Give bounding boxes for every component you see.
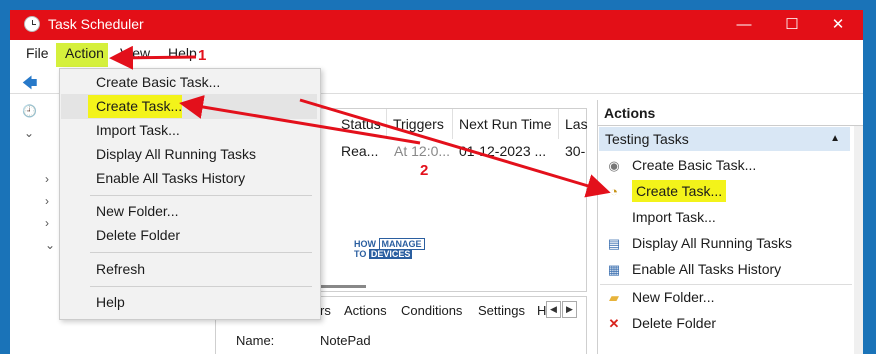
testing-tasks-section[interactable]: Testing Tasks ▲: [599, 127, 850, 151]
expand-chevron-icon[interactable]: ⌄: [24, 126, 34, 140]
back-arrow-icon[interactable]: 🡄: [22, 73, 38, 98]
minimize-button[interactable]: —: [721, 10, 767, 40]
menu-item-refresh[interactable]: Refresh: [96, 261, 145, 277]
tab-scroll-right-icon[interactable]: ▶: [562, 301, 577, 318]
action-label: Display All Running Tasks: [632, 235, 793, 251]
action-menu-dropdown: Create Basic Task... Create Task... Impo…: [59, 68, 321, 320]
title-bar: Task Scheduler — ☐ ✕: [10, 10, 863, 40]
actions-pane-title: Actions: [598, 100, 863, 126]
menu-item-create-task[interactable]: Create Task...: [96, 98, 182, 114]
tab-triggers[interactable]: rs: [320, 303, 331, 318]
menu-item-new-folder[interactable]: New Folder...: [96, 203, 178, 219]
column-triggers[interactable]: Triggers: [387, 109, 453, 139]
action-create-basic-task[interactable]: ◉ Create Basic Task...: [606, 154, 756, 176]
name-label: Name:: [236, 333, 275, 348]
task-status-cell[interactable]: Rea...: [341, 143, 378, 159]
action-import-task[interactable]: Import Task...: [606, 206, 716, 228]
action-label: New Folder...: [632, 289, 715, 305]
watermark-to: TO: [354, 249, 367, 259]
action-new-folder[interactable]: ▰ New Folder...: [606, 286, 714, 308]
column-status[interactable]: Status: [335, 109, 387, 139]
action-display-running-tasks[interactable]: ▤ Display All Running Tasks: [606, 232, 792, 254]
close-button[interactable]: ✕: [815, 10, 861, 40]
divider: [600, 284, 852, 285]
watermark-devices: DEVICES: [368, 249, 413, 259]
list-icon: ▤: [607, 236, 621, 251]
action-label: Create Basic Task...: [632, 157, 757, 173]
task-last-run-cell[interactable]: 30-: [565, 143, 585, 159]
menu-separator: [90, 252, 312, 253]
action-label: Delete Folder: [632, 315, 717, 331]
delete-icon: ✕: [608, 316, 620, 331]
wizard-icon: ◉: [608, 158, 620, 173]
collapse-chevron-icon[interactable]: ›: [45, 172, 49, 186]
menu-item-create-basic-task[interactable]: Create Basic Task...: [96, 74, 220, 90]
task-icon: ◔: [610, 184, 618, 199]
tab-scroll-buttons: ◀ ▶: [546, 301, 578, 318]
actions-pane: Actions Testing Tasks ▲ ◉ Create Basic Ta…: [597, 100, 863, 354]
menu-bar: File Action View Help: [10, 40, 863, 68]
watermark-how: HOW: [354, 239, 376, 249]
collapse-chevron-icon[interactable]: ›: [45, 194, 49, 208]
menu-item-enable-history[interactable]: Enable All Tasks History: [96, 170, 245, 186]
vertical-scrollbar[interactable]: [854, 126, 863, 354]
menu-separator: [90, 286, 312, 287]
maximize-button[interactable]: ☐: [769, 10, 815, 40]
tab-settings[interactable]: Settings: [478, 303, 525, 318]
history-icon: ▦: [607, 262, 621, 277]
task-next-run-cell[interactable]: 01-12-2023 ...: [459, 143, 546, 159]
menu-item-help[interactable]: Help: [96, 294, 125, 310]
menu-item-delete-folder[interactable]: Delete Folder: [96, 227, 180, 243]
action-label: Create Task...: [632, 180, 727, 202]
menu-view[interactable]: View: [120, 45, 150, 61]
action-create-task[interactable]: ◔ Create Task...: [606, 180, 727, 202]
watermark-logo: HOW MANAGE TO DEVICES: [354, 238, 425, 259]
task-triggers-cell[interactable]: At 12:0...: [394, 143, 450, 159]
name-value: NotePad: [320, 333, 371, 348]
tab-scroll-left-icon[interactable]: ◀: [546, 301, 561, 318]
task-scheduler-window: Task Scheduler — ☐ ✕ File Action View He…: [10, 10, 863, 354]
step-1-label: 1: [198, 47, 207, 64]
window-title: Task Scheduler: [48, 16, 144, 32]
column-last-run[interactable]: Las: [559, 109, 588, 139]
collapse-triangle-icon[interactable]: ▲: [830, 127, 840, 151]
column-next-run[interactable]: Next Run Time: [453, 109, 559, 139]
action-label: Import Task...: [632, 209, 716, 225]
action-delete-folder[interactable]: ✕ Delete Folder: [606, 312, 717, 334]
menu-item-display-running[interactable]: Display All Running Tasks: [96, 146, 256, 162]
collapse-chevron-icon[interactable]: ›: [45, 216, 49, 230]
library-clock-icon: 🕘: [22, 104, 37, 118]
menu-file[interactable]: File: [26, 45, 49, 61]
tab-actions[interactable]: Actions: [344, 303, 387, 318]
action-enable-history[interactable]: ▦ Enable All Tasks History: [606, 258, 781, 280]
tab-history[interactable]: H: [537, 303, 546, 318]
horizontal-scrollbar[interactable]: [316, 285, 366, 288]
action-label: Enable All Tasks History: [632, 261, 782, 277]
menu-separator: [90, 195, 312, 196]
menu-item-import-task[interactable]: Import Task...: [96, 122, 180, 138]
expand-chevron-icon[interactable]: ⌄: [45, 238, 55, 252]
section-title: Testing Tasks: [605, 131, 689, 147]
tab-conditions[interactable]: Conditions: [401, 303, 462, 318]
folder-icon: ▰: [609, 290, 619, 305]
menu-help[interactable]: Help: [168, 45, 197, 61]
step-2-label: 2: [420, 162, 429, 179]
clock-icon: [24, 16, 40, 32]
menu-action[interactable]: Action: [65, 45, 104, 61]
